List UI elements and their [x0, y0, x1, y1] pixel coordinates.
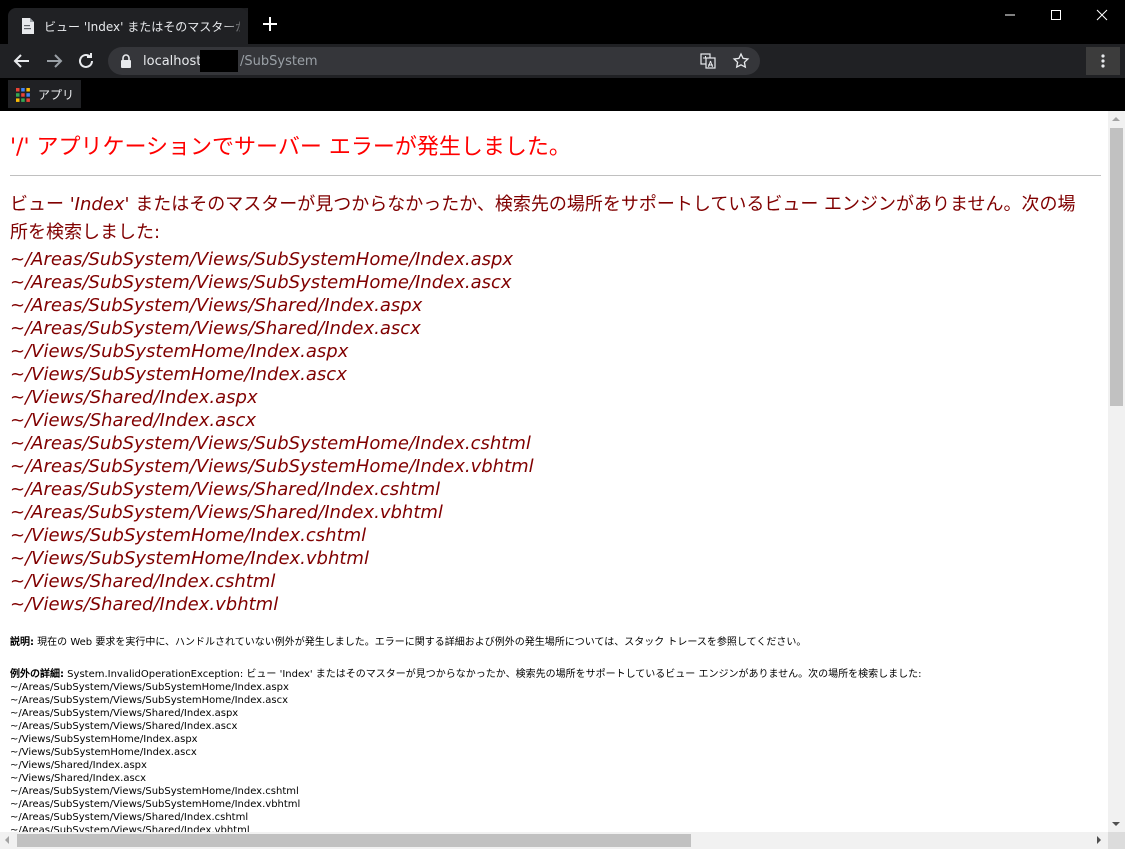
searched-path-item: ~/Views/Shared/Index.ascx: [10, 410, 257, 431]
page-icon: [22, 18, 34, 34]
exception-path-item: ~/Areas/SubSystem/Views/SubSystemHome/In…: [10, 799, 301, 810]
exception-path-list: ~/Areas/SubSystem/Views/SubSystemHome/In…: [10, 681, 300, 832]
browser-tab[interactable]: ビュー 'Index' またはそのマスターが見つ: [8, 8, 248, 44]
exception-details: 例外の詳細: System.InvalidOperationException:…: [10, 665, 922, 680]
forward-arrow-icon[interactable]: [42, 49, 66, 73]
exception-path-item: ~/Views/SubSystemHome/Index.ascx: [10, 747, 197, 758]
searched-path-item: ~/Areas/SubSystem/Views/SubSystemHome/In…: [10, 272, 512, 293]
scroll-right-icon[interactable]: [1097, 836, 1101, 844]
searched-path-item: ~/Areas/SubSystem/Views/SubSystemHome/In…: [10, 433, 531, 454]
searched-path-item: ~/Views/Shared/Index.vbhtml: [10, 594, 279, 615]
scroll-down-icon[interactable]: [1112, 822, 1120, 826]
searched-path-list: ~/Areas/SubSystem/Views/SubSystemHome/In…: [10, 248, 534, 616]
maximize-icon[interactable]: [1033, 0, 1079, 30]
bookmarks-bar: アプリ: [0, 78, 1125, 110]
searched-path-item: ~/Views/SubSystemHome/Index.aspx: [10, 341, 349, 362]
apps-grid-icon: [16, 88, 30, 102]
translate-icon[interactable]: [700, 53, 716, 69]
scroll-up-icon[interactable]: [1112, 117, 1120, 121]
description-label: 説明:: [10, 637, 34, 648]
exception-path-item: ~/Views/Shared/Index.ascx: [10, 773, 147, 784]
page-viewport: '/' アプリケーションでサーバー エラーが発生しました。 ビュー 'Index…: [0, 111, 1108, 832]
searched-path-item: ~/Views/Shared/Index.aspx: [10, 387, 258, 408]
searched-path-item: ~/Areas/SubSystem/Views/Shared/Index.asp…: [10, 295, 423, 316]
vertical-scroll-thumb[interactable]: [1110, 128, 1123, 406]
reload-icon[interactable]: [74, 49, 98, 73]
exception-path-item: ~/Areas/SubSystem/Views/SubSystemHome/In…: [10, 786, 299, 797]
exception-path-item: ~/Views/SubSystemHome/Index.aspx: [10, 734, 198, 745]
exception-path-item: ~/Areas/SubSystem/Views/Shared/Index.csh…: [10, 812, 249, 823]
address-bar[interactable]: localhost /SubSystem: [108, 47, 760, 75]
searched-path-item: ~/Areas/SubSystem/Views/SubSystemHome/In…: [10, 249, 514, 270]
description-text: 現在の Web 要求を実行中に、ハンドルされていない例外が発生しました。エラーに…: [34, 637, 807, 648]
exception-path-item: ~/Areas/SubSystem/Views/Shared/Index.asc…: [10, 721, 238, 732]
bookmark-star-icon[interactable]: [732, 52, 750, 70]
searched-path-item: ~/Views/SubSystemHome/Index.vbhtml: [10, 548, 369, 569]
horizontal-scroll-thumb[interactable]: [17, 834, 691, 847]
new-tab-icon[interactable]: [260, 14, 280, 34]
minimize-icon[interactable]: [987, 0, 1033, 30]
back-arrow-icon[interactable]: [10, 49, 34, 73]
lock-icon: [121, 54, 131, 68]
exception-path-item: ~/Areas/SubSystem/Views/Shared/Index.asp…: [10, 708, 239, 719]
divider: [10, 175, 1101, 176]
searched-path-item: ~/Areas/SubSystem/Views/SubSystemHome/In…: [10, 456, 534, 477]
error-message: ビュー 'Index' またはそのマスターが見つからなかったか、検索先の場所をサ…: [10, 191, 1090, 247]
page-title: '/' アプリケーションでサーバー エラーが発生しました。: [10, 135, 571, 160]
searched-path-item: ~/Areas/SubSystem/Views/Shared/Index.vbh…: [10, 502, 443, 523]
redacted-port: [200, 50, 238, 72]
tab-fade: [222, 8, 248, 44]
toolbar: localhost /SubSystem: [0, 44, 1125, 78]
scroll-left-icon[interactable]: [5, 836, 9, 844]
browser-menu-icon[interactable]: [1086, 47, 1120, 75]
exception-label: 例外の詳細:: [10, 669, 64, 680]
searched-path-item: ~/Views/SubSystemHome/Index.ascx: [10, 364, 347, 385]
exception-path-item: ~/Areas/SubSystem/Views/SubSystemHome/In…: [10, 682, 289, 693]
title-bar: ビュー 'Index' またはそのマスターが見つ: [0, 0, 1125, 44]
apps-shortcut[interactable]: アプリ: [8, 80, 81, 108]
searched-path-item: ~/Views/Shared/Index.cshtml: [10, 571, 276, 592]
exception-text: System.InvalidOperationException: ビュー 'I…: [64, 669, 922, 680]
url-host: localhost: [143, 54, 202, 69]
message-prefix: ビュー: [10, 194, 70, 215]
apps-label: アプリ: [38, 88, 75, 102]
url-path: /SubSystem: [240, 54, 318, 69]
horizontal-scrollbar[interactable]: [0, 832, 1108, 849]
exception-path-item: ~/Areas/SubSystem/Views/Shared/Index.vbh…: [10, 825, 250, 832]
view-name: 'Index': [69, 194, 130, 215]
scroll-corner: [1108, 832, 1125, 849]
vertical-scrollbar[interactable]: [1108, 111, 1125, 832]
searched-path-item: ~/Areas/SubSystem/Views/Shared/Index.asc…: [10, 318, 421, 339]
searched-path-item: ~/Areas/SubSystem/Views/Shared/Index.csh…: [10, 479, 441, 500]
exception-path-item: ~/Views/Shared/Index.aspx: [10, 760, 147, 771]
exception-path-item: ~/Areas/SubSystem/Views/SubSystemHome/In…: [10, 695, 289, 706]
message-rest: またはそのマスターが見つからなかったか、検索先の場所をサポートしているビュー エ…: [10, 194, 1076, 243]
description: 説明: 現在の Web 要求を実行中に、ハンドルされていない例外が発生しました。…: [10, 633, 806, 648]
close-icon[interactable]: [1079, 0, 1125, 30]
searched-path-item: ~/Views/SubSystemHome/Index.cshtml: [10, 525, 367, 546]
tab-title: ビュー 'Index' またはそのマスターが見つ: [44, 20, 240, 34]
